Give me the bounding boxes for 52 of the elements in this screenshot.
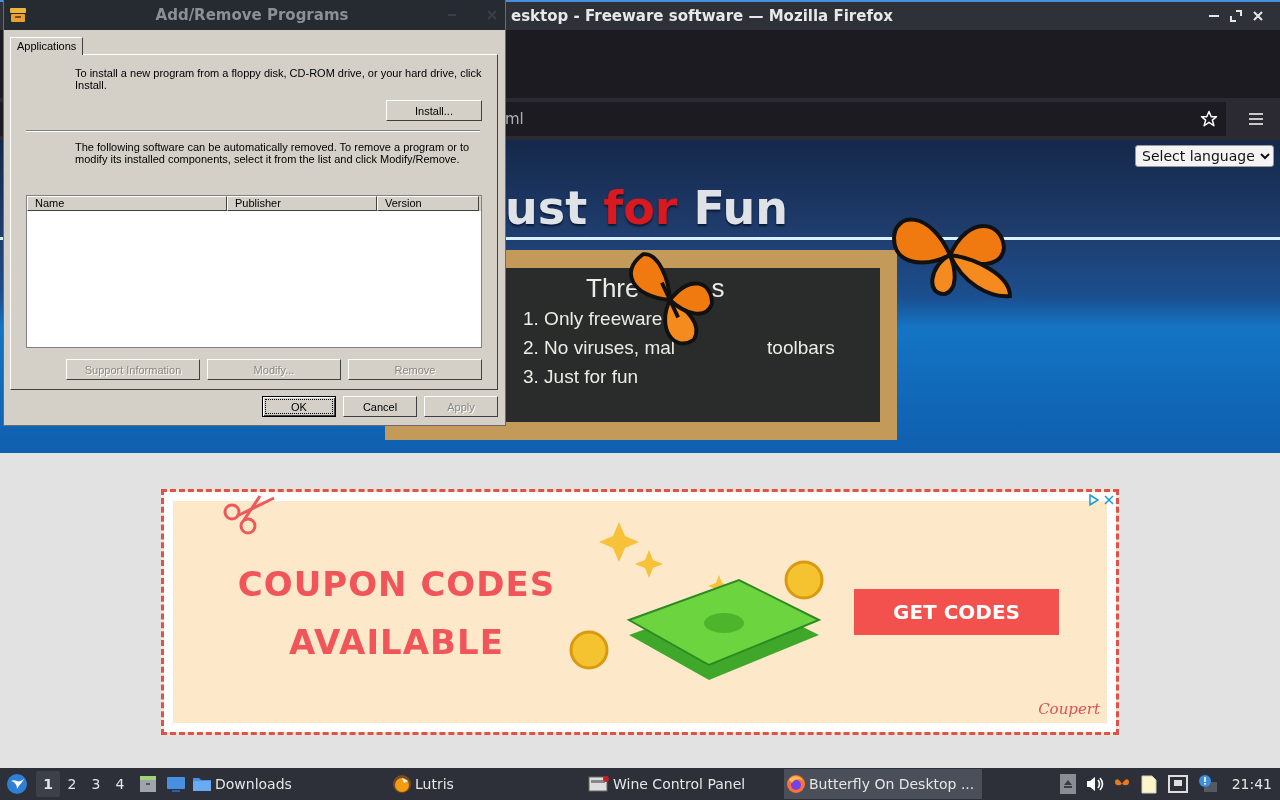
task-button[interactable]: Downloads bbox=[190, 769, 388, 799]
chalkboard-title: s bbox=[711, 272, 725, 304]
control-panel-icon bbox=[588, 774, 610, 794]
browser-icon bbox=[786, 774, 806, 794]
maximize-icon[interactable] bbox=[1230, 10, 1242, 22]
workspace-button[interactable]: 1 bbox=[36, 771, 60, 797]
column-header[interactable]: Name bbox=[27, 196, 227, 211]
box-icon bbox=[9, 7, 27, 23]
notification-icon[interactable] bbox=[1197, 774, 1218, 794]
headline-text: for bbox=[603, 185, 678, 231]
headline-text: Fun bbox=[693, 185, 789, 231]
column-header[interactable]: Publisher bbox=[227, 196, 377, 211]
eject-icon[interactable] bbox=[1059, 774, 1076, 794]
play-icon[interactable] bbox=[1089, 494, 1099, 506]
star-icon[interactable] bbox=[1200, 110, 1218, 128]
task-label: Downloads bbox=[215, 776, 292, 792]
chalkboard-text: 1. Only freeware bbox=[523, 307, 663, 331]
notes-icon[interactable] bbox=[1139, 774, 1158, 794]
workspace-button[interactable]: 2 bbox=[60, 771, 84, 797]
task-label: Lutris bbox=[415, 776, 454, 792]
menu-icon[interactable] bbox=[1248, 112, 1264, 126]
headline-text: ust bbox=[505, 185, 588, 231]
dialog-button[interactable]: Cancel bbox=[343, 396, 417, 417]
cabinet-icon[interactable] bbox=[138, 774, 158, 794]
dialog-button[interactable]: OK bbox=[262, 396, 336, 417]
ad-headline: AVAILABLE bbox=[289, 622, 504, 662]
desktop-icon[interactable] bbox=[166, 775, 186, 793]
window-title: esktop - Freeware software — Mozilla Firefox bbox=[511, 7, 894, 25]
volume-icon[interactable] bbox=[1085, 776, 1104, 792]
dialog-title: Add/Remove Programs bbox=[154, 6, 350, 24]
task-button[interactable]: Lutris bbox=[388, 769, 586, 799]
workspace-button[interactable]: 3 bbox=[84, 771, 108, 797]
task-button[interactable]: Wine Control Panel bbox=[586, 769, 784, 799]
chalkboard-text: toolbars bbox=[767, 336, 835, 360]
url-text: ml bbox=[505, 110, 525, 128]
task-label: Butterfly On Desktop ... bbox=[809, 776, 975, 792]
task-button[interactable]: Butterfly On Desktop ... bbox=[784, 769, 982, 799]
tab[interactable]: Applications bbox=[10, 37, 84, 55]
install-button[interactable]: Install... bbox=[386, 100, 482, 121]
instruction-text: The following software can be automatically removed. To remove a program or to modify its installed components, select it from the list and click Modify/Remove. bbox=[75, 141, 471, 167]
instruction-text: To install a new program from a floppy disk, CD-ROM drive, or your hard drive, click Install. bbox=[75, 67, 482, 91]
workspace-button[interactable]: 4 bbox=[108, 771, 132, 797]
folder-icon bbox=[192, 775, 212, 793]
ad-headline: COUPON CODES bbox=[237, 564, 556, 604]
column-header[interactable]: Version bbox=[377, 196, 479, 211]
app-icon bbox=[392, 774, 412, 794]
chalkboard-text: 3. Just for fun bbox=[523, 365, 639, 389]
chalkboard-text: 2. No viruses, mal bbox=[523, 336, 676, 360]
clock[interactable]: 21:41 bbox=[1231, 776, 1272, 792]
task-label: Wine Control Panel bbox=[613, 776, 746, 792]
program-list[interactable]: Name Publisher Version bbox=[26, 195, 482, 348]
language-select[interactable]: Select language bbox=[1135, 145, 1274, 167]
